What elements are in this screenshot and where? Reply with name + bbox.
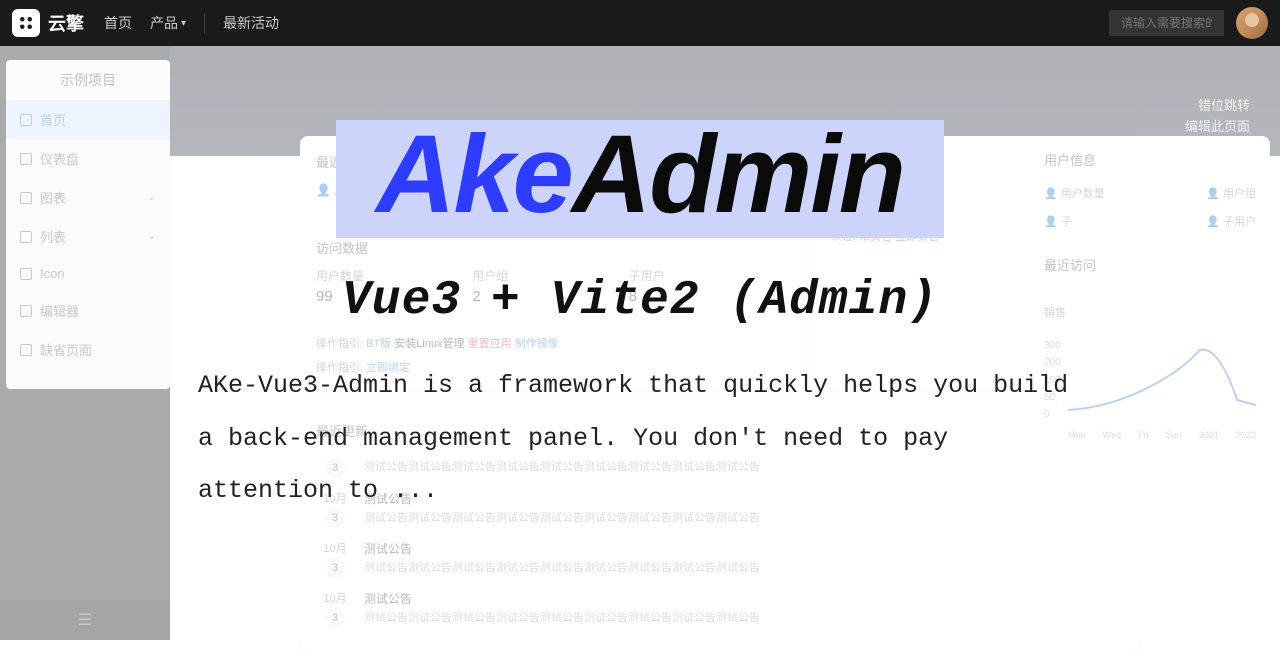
update-month: 10月 [316, 590, 354, 606]
tag-link[interactable]: 安装Linux管理 [394, 338, 464, 350]
sidebar-item-label: Icon [40, 266, 65, 281]
chart-icon [20, 192, 32, 204]
editor-icon [20, 305, 32, 317]
nav-products-label: 产品 [150, 13, 178, 33]
mini-stat-label: 用户组 [1223, 188, 1256, 200]
recent-visit-label: 最近访问 [1044, 255, 1256, 274]
chart-x-tick: Fri [1138, 430, 1149, 440]
mini-stat-label: 用户数量 [1061, 188, 1105, 200]
mini-stat-label: 子用户 [1223, 216, 1256, 228]
update-title: 测试公告 [364, 540, 760, 557]
chevron-down-icon: ▾ [181, 18, 186, 29]
sidebar-item-home[interactable]: 首页 [6, 100, 170, 139]
hero-logo-part2: Admin [572, 113, 904, 236]
chart-x-tick: 2021 [1199, 430, 1219, 440]
nav-divider [204, 13, 205, 33]
update-item[interactable]: 10月3测试公告测试公告测试公告测试公告测试公告测试公告测试公告测试公告测试公告… [316, 584, 1124, 634]
card-title: 用户信息 [1044, 150, 1256, 169]
chart-x-tick: Sun [1166, 430, 1182, 440]
chevron-down-icon: ⌄ [148, 192, 156, 203]
hero-link-1[interactable]: 错位跳转 [1185, 96, 1250, 117]
update-desc: 测试公告测试公告测试公告测试公告测试公告测试公告测试公告测试公告测试公告 [364, 609, 760, 625]
sidebar-item-dashboard[interactable]: 仪表盘 [6, 139, 170, 178]
update-title: 测试公告 [364, 590, 760, 607]
hero-subtitle: Vue3 + Vite2 (Admin) [342, 274, 938, 328]
tags-prefix: 操作指引: [316, 338, 363, 350]
tag-link[interactable]: 重置应用 [468, 338, 512, 350]
icon-icon [20, 268, 32, 280]
hero-logo-band: AkeAdmin [336, 120, 944, 238]
page-icon [20, 344, 32, 356]
update-month: 10月 [316, 540, 354, 556]
chart-y-tick: 300 [1044, 340, 1061, 351]
chevron-down-icon: ⌄ [148, 231, 156, 242]
update-item[interactable]: 10月3测试公告测试公告测试公告测试公告测试公告测试公告测试公告测试公告测试公告… [316, 534, 1124, 584]
sidebar-item-label: 仪表盘 [40, 149, 79, 168]
hero-logo-part1: Ake [376, 113, 572, 236]
sidebar-item-label: 首页 [40, 110, 66, 129]
sidebar-item-editor[interactable]: 编辑器 [6, 291, 170, 330]
chart-x-tick: 2022 [1236, 430, 1256, 440]
sidebar-item-label: 缺省页面 [40, 340, 92, 359]
sales-label: 销售 [1044, 304, 1256, 320]
sidebar-item-label: 图表 [40, 188, 66, 207]
sidebar-item-label: 列表 [40, 227, 66, 246]
mini-stat-label: 子 [1061, 216, 1072, 228]
search-input[interactable] [1109, 10, 1224, 36]
user-avatar[interactable] [1236, 7, 1268, 39]
update-day: 3 [325, 608, 345, 628]
sidebar-item-empty[interactable]: 缺省页面 [6, 330, 170, 369]
list-icon [20, 231, 32, 243]
dashboard-icon [20, 153, 32, 165]
home-icon [20, 114, 32, 126]
tag-link[interactable]: BT版 [366, 338, 391, 350]
collapse-icon: ☰ [78, 610, 92, 630]
sidebar-item-label: 编辑器 [40, 301, 79, 320]
brand-logo-icon [12, 9, 40, 37]
chart-x-tick: Wed [1103, 430, 1121, 440]
update-desc: 测试公告测试公告测试公告测试公告测试公告测试公告测试公告测试公告测试公告 [364, 559, 760, 575]
brand-name[interactable]: 云擎 [48, 10, 84, 36]
update-day: 3 [325, 558, 345, 578]
sidebar-item-lists[interactable]: 列表 ⌄ [6, 217, 170, 256]
hero-link-2[interactable]: 编辑此页面 [1185, 117, 1250, 138]
tag-link[interactable]: 制作镜像 [515, 338, 559, 350]
sidebar-item-icon[interactable]: Icon [6, 256, 170, 291]
nav-home[interactable]: 首页 [104, 13, 132, 33]
topbar: 云擎 首页 产品 ▾ 最新活动 [0, 0, 1280, 46]
sidebar-collapse[interactable]: ☰ [0, 600, 170, 640]
nav-products[interactable]: 产品 ▾ [150, 13, 186, 33]
nav-activity[interactable]: 最新活动 [223, 13, 279, 33]
sidebar-item-charts[interactable]: 图表 ⌄ [6, 178, 170, 217]
sidebar: 示例项目 首页 仪表盘 图表 ⌄ 列表 ⌄ Icon 编辑器 缺省页面 [6, 60, 170, 389]
sidebar-title: 示例项目 [6, 60, 170, 100]
visit-data-title: 访问数据 [316, 238, 785, 257]
hero-description: AKe-Vue3-Admin is a framework that quick… [190, 360, 1090, 518]
